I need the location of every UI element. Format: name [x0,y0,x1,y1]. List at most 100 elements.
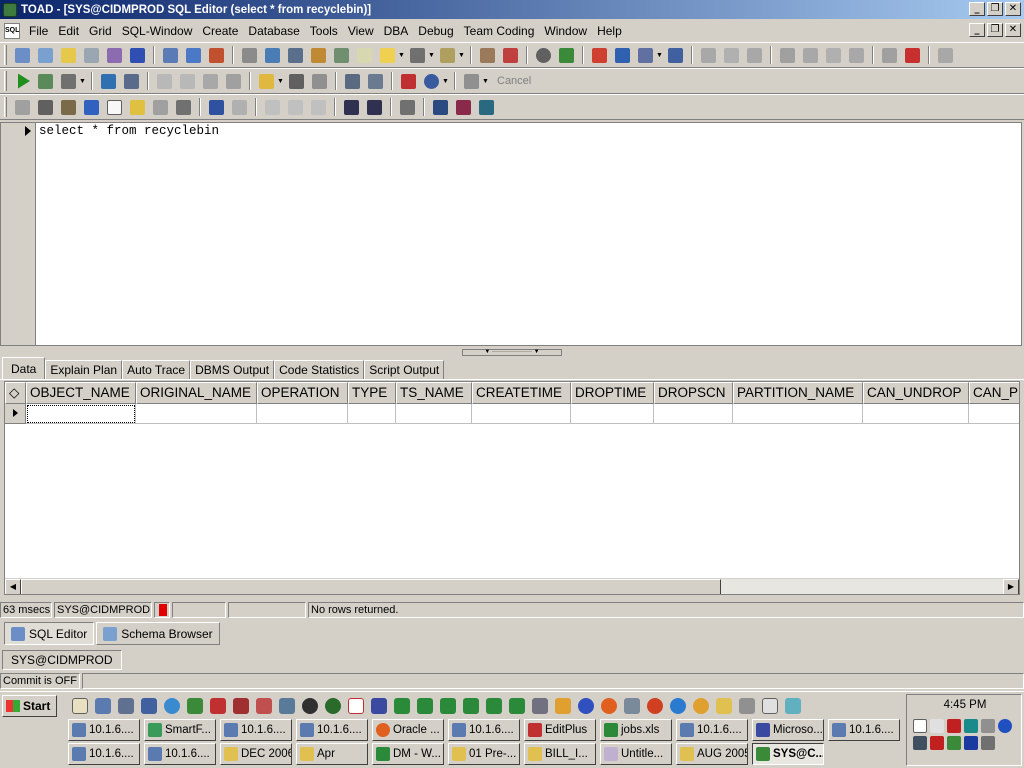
scroll-thumb[interactable] [21,579,721,594]
menu-edit[interactable]: Edit [53,24,84,38]
menu-dba[interactable]: DBA [379,24,414,38]
app-icon[interactable] [785,698,801,714]
grid-cell[interactable] [863,404,969,424]
taskbar-button[interactable]: 10.1.6.... [144,743,216,765]
tab-data[interactable]: Data [2,357,46,379]
grid-cell[interactable] [472,404,571,424]
computer-icon[interactable] [118,698,134,714]
app-icon[interactable] [670,698,686,714]
unload-icon[interactable] [612,45,633,66]
folder-icon[interactable] [716,698,732,714]
tab-auto-trace[interactable]: Auto Trace [122,360,191,379]
media-icon[interactable] [578,698,594,714]
window-icon[interactable] [239,45,260,66]
print-icon[interactable] [397,97,418,118]
mdi-close-button[interactable]: ✕ [1005,23,1021,37]
notepad-icon[interactable] [354,45,375,66]
taskbar-button[interactable]: AUG 2005 [676,743,748,765]
user-icon[interactable] [947,736,961,750]
app-icon[interactable] [279,698,295,714]
taskbar-button[interactable]: 10.1.6.... [220,719,292,741]
clear-all-icon[interactable] [173,97,194,118]
spell-check-icon[interactable] [902,45,923,66]
execute-icon[interactable] [12,71,33,92]
db-link-icon[interactable] [437,45,458,66]
uncomment-block-icon[interactable] [364,97,385,118]
network-icon[interactable] [141,698,157,714]
grid-cell[interactable] [571,404,654,424]
column-header[interactable]: TS_NAME [396,382,472,404]
sql-modeler-icon[interactable] [160,45,181,66]
tab-explain-plan[interactable]: Explain Plan [45,360,123,379]
firefox-icon[interactable] [601,698,617,714]
excel-icon[interactable] [394,698,410,714]
sql-editor[interactable]: select * from recyclebin [0,122,1022,346]
report-icon[interactable] [285,45,306,66]
pin-icon[interactable] [665,45,686,66]
grid-cell[interactable] [348,404,396,424]
app-icon[interactable] [981,719,995,733]
column-header[interactable]: DROPSCN [654,382,733,404]
mdi-restore-button[interactable]: ❐ [987,23,1003,37]
language-icon[interactable] [964,736,978,750]
menu-database[interactable]: Database [243,24,304,38]
notepad-icon[interactable] [72,698,88,714]
taskbar-button-active[interactable]: SYS@C... [752,743,824,765]
itunes-icon[interactable] [624,698,640,714]
taskbar-button[interactable]: 01 Pre-... [448,743,520,765]
export-grid-icon[interactable] [453,97,474,118]
copy-icon[interactable] [35,97,56,118]
data-grid[interactable]: ◇ OBJECT_NAME ORIGINAL_NAME OPERATION TY… [4,381,1020,595]
export-icon[interactable] [477,45,498,66]
app-icon[interactable] [256,698,272,714]
scroll-left-button[interactable]: ◀ [5,579,21,594]
eraser-icon[interactable] [127,45,148,66]
excel-icon[interactable] [440,698,456,714]
tab-code-statistics[interactable]: Code Statistics [274,360,365,379]
bug-icon[interactable] [556,45,577,66]
taskbar-button[interactable]: Oracle ... [372,719,444,741]
new-page-icon[interactable] [104,97,125,118]
toad-icon[interactable] [187,698,203,714]
volume-icon[interactable] [930,719,944,733]
schema-browser-icon[interactable] [35,45,56,66]
excel-icon[interactable] [463,698,479,714]
import-icon[interactable] [500,45,521,66]
column-header[interactable]: CAN_PU [969,382,1019,404]
app-icon[interactable] [998,719,1012,733]
globe-icon[interactable] [421,71,442,92]
menu-sql-window[interactable]: SQL-Window [117,24,198,38]
tools-icon[interactable] [104,45,125,66]
taskbar-button[interactable]: Microso... [752,719,824,741]
restore-button[interactable]: ❐ [987,2,1003,16]
menu-file[interactable]: File [24,24,53,38]
db-object-icon[interactable] [286,71,307,92]
stopwatch-icon[interactable] [533,45,554,66]
connection-tab[interactable]: SYS@CIDMPROD [2,650,122,670]
grid-cell[interactable] [396,404,472,424]
column-header[interactable]: OPERATION [257,382,348,404]
vc-icon[interactable] [348,698,364,714]
clock[interactable]: 4:45 PM [907,699,1023,711]
grid-icon[interactable] [331,45,352,66]
sql-document-icon[interactable]: SQL [4,22,20,39]
grid-cell[interactable] [26,404,136,424]
grid-cell[interactable] [257,404,348,424]
document-icon[interactable] [762,698,778,714]
step-over-icon[interactable] [98,71,119,92]
menu-debug[interactable]: Debug [413,24,458,38]
taskbar-button[interactable]: 10.1.6.... [296,719,368,741]
tab-script-output[interactable]: Script Output [364,360,445,379]
execute-step-icon[interactable] [58,71,79,92]
mdi-minimize-button[interactable]: _ [969,23,985,37]
scroll-right-button[interactable]: ▶ [1003,579,1019,594]
open-folder-icon[interactable] [256,71,277,92]
sql-text[interactable]: select * from recyclebin [39,124,219,138]
connect-icon[interactable] [58,45,79,66]
app-icon[interactable] [532,698,548,714]
column-header[interactable]: ORIGINAL_NAME [136,382,257,404]
save-grid-icon[interactable] [430,97,451,118]
taskbar-button[interactable]: 10.1.6.... [828,719,900,741]
excel-icon[interactable] [417,698,433,714]
table-row[interactable] [5,404,1019,424]
